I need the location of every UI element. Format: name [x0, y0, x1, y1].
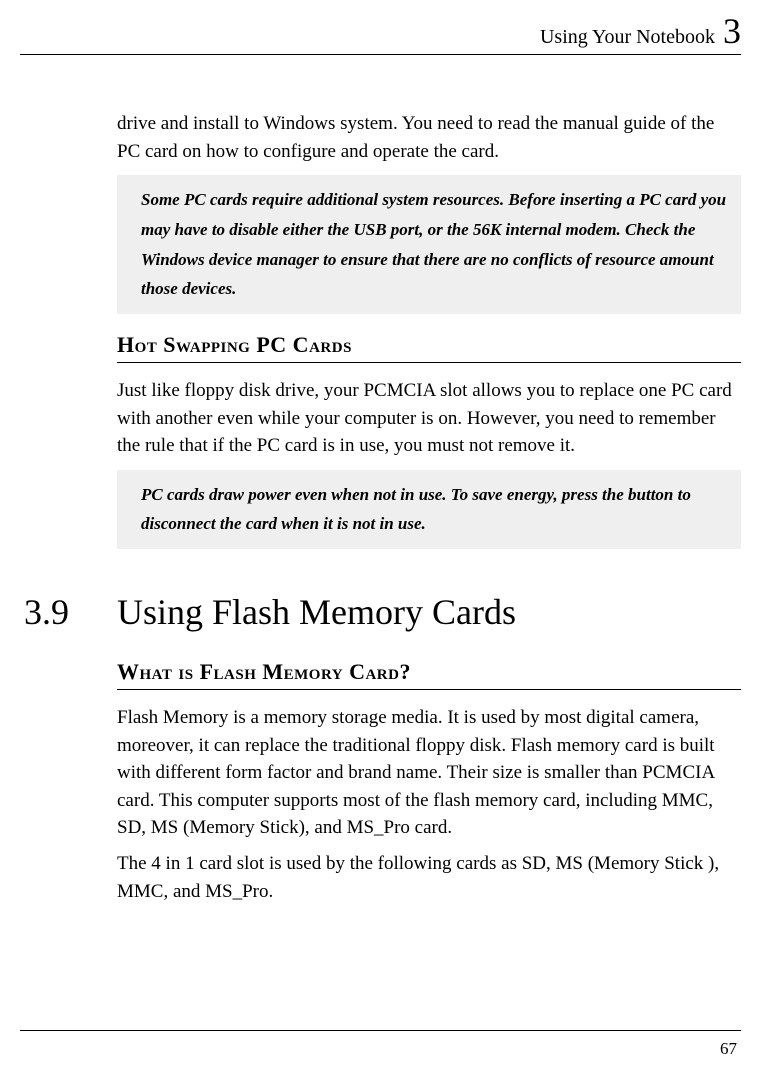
- section-title: Using Flash Memory Cards: [117, 591, 516, 633]
- page-content: drive and install to Windows system. You…: [117, 110, 741, 913]
- paragraph-flash-1: Flash Memory is a memory storage media. …: [117, 704, 741, 842]
- section-heading-row: 3.9 Using Flash Memory Cards: [117, 591, 741, 633]
- header-chapter-number: 3: [723, 11, 741, 51]
- paragraph-hot-swapping: Just like floppy disk drive, your PCMCIA…: [117, 377, 741, 460]
- subheading-hot-swapping: Hot Swapping PC Cards: [117, 332, 741, 363]
- note-box-2: PC cards draw power even when not in use…: [117, 470, 741, 550]
- note-box-1: Some PC cards require additional system …: [117, 175, 741, 314]
- footer-rule: [20, 1030, 741, 1031]
- page-number: 67: [720, 1039, 737, 1059]
- intro-paragraph: drive and install to Windows system. You…: [117, 110, 741, 165]
- paragraph-flash-2: The 4 in 1 card slot is used by the foll…: [117, 850, 741, 905]
- header-title: Using Your Notebook: [540, 26, 715, 48]
- subheading-what-is-flash: What is Flash Memory Card?: [117, 659, 741, 690]
- note-1-text: Some PC cards require additional system …: [141, 185, 729, 304]
- note-2-text: PC cards draw power even when not in use…: [141, 480, 729, 540]
- section-number: 3.9: [0, 591, 117, 633]
- page-header: Using Your Notebook 3: [20, 10, 741, 55]
